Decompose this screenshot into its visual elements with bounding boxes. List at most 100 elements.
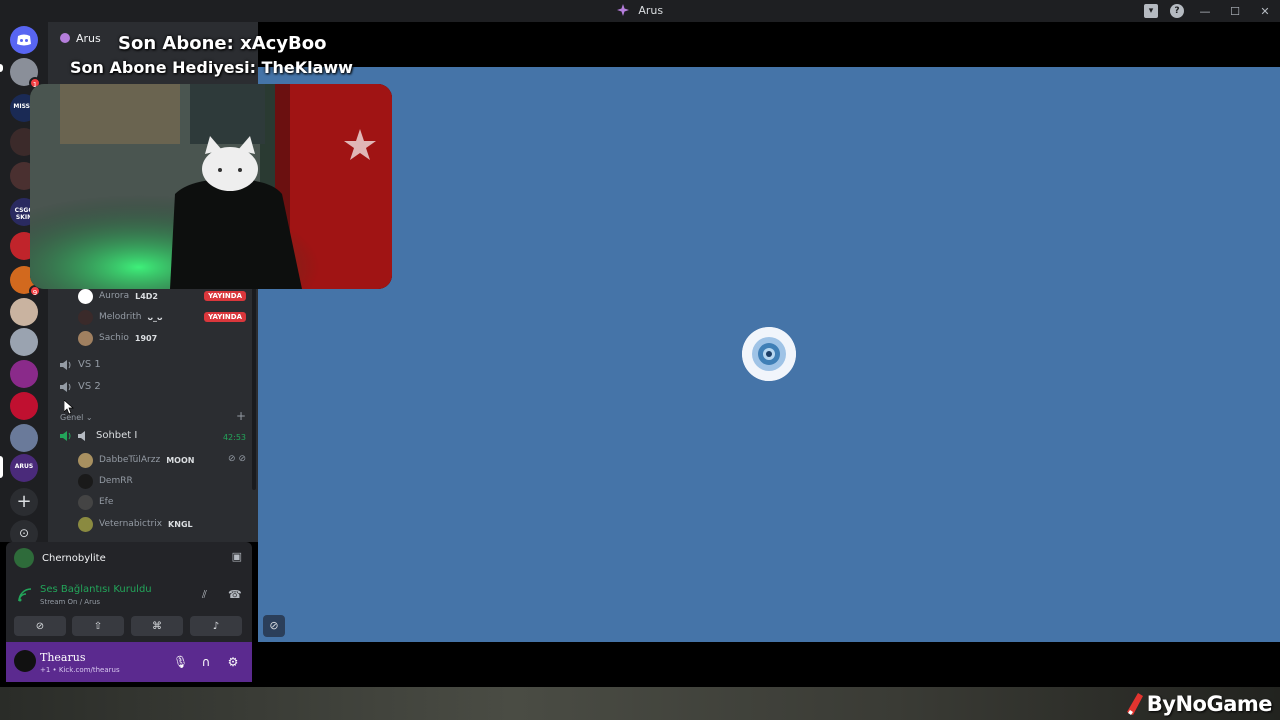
last-subscriber-text: Son Abone: xAcyBoo bbox=[118, 33, 327, 54]
screen-share-icon: ⇧ bbox=[93, 620, 103, 632]
avatar bbox=[78, 516, 93, 532]
connection-status: Ses Bağlantısı Kuruldu bbox=[40, 584, 152, 595]
member-tag: ᴗ_ᴗ bbox=[147, 312, 163, 322]
live-badge: YAYINDA bbox=[204, 312, 246, 322]
category-header[interactable]: Genel ⌄ bbox=[60, 413, 93, 422]
window-title-area: Arus bbox=[0, 4, 1280, 17]
game-avatar bbox=[14, 548, 34, 568]
member-name: Aurora bbox=[99, 291, 130, 301]
loading-spinner-icon bbox=[742, 327, 796, 381]
screen-share-button[interactable]: ⇧ bbox=[72, 616, 124, 636]
headphones-icon[interactable]: ∩ bbox=[199, 655, 213, 669]
disconnect-icon[interactable]: ☎ bbox=[228, 588, 242, 601]
speaker-icon bbox=[78, 430, 85, 441]
member-item[interactable]: DabbeTülArzz MOON bbox=[78, 451, 194, 469]
member-tag: MOON bbox=[166, 455, 195, 465]
server-icon bbox=[616, 4, 629, 16]
member-item[interactable]: Aurora L4D2 bbox=[78, 287, 158, 305]
member-name: Efe bbox=[99, 497, 114, 507]
member-item[interactable]: Melodrith ᴗ_ᴗ bbox=[78, 308, 162, 326]
server-avatar-icon bbox=[60, 33, 70, 43]
avatar bbox=[78, 452, 93, 468]
webcam-overlay bbox=[30, 84, 392, 289]
stage-bottom-bar bbox=[258, 642, 1280, 687]
live-badge: YAYINDA bbox=[204, 291, 246, 301]
user-name: Thearus bbox=[40, 651, 86, 664]
user-status: +1 • Kick.com/thearus bbox=[40, 666, 120, 674]
member-item[interactable]: Sachio 1907 bbox=[78, 329, 157, 347]
webcam-image bbox=[30, 84, 392, 289]
add-server-button[interactable]: + bbox=[10, 488, 38, 516]
avatar bbox=[78, 473, 93, 489]
server-header[interactable]: Arus bbox=[60, 32, 101, 45]
channel-name: Sohbet I bbox=[96, 430, 138, 441]
server-icon-9[interactable] bbox=[10, 392, 38, 420]
member-tag: L4D2 bbox=[135, 291, 158, 301]
member-tag: 1907 bbox=[134, 333, 158, 343]
avatar bbox=[78, 494, 93, 510]
inbox-icon[interactable]: ▾ bbox=[1144, 4, 1158, 18]
game-background-strip bbox=[0, 687, 1280, 720]
avatar bbox=[78, 309, 93, 325]
last-gift-text: Son Abone Hediyesi: TheKlaww bbox=[70, 58, 353, 77]
stage-top-bar bbox=[258, 22, 1280, 67]
member-name: Melodrith bbox=[99, 312, 142, 322]
channel-timer: 42:53 bbox=[222, 433, 246, 442]
gamepad-icon: ⌘ bbox=[152, 620, 162, 632]
channel-name: VS 1 bbox=[78, 359, 101, 370]
close-button[interactable]: ✕ bbox=[1256, 2, 1274, 20]
mic-off-icon: ⊘ bbox=[269, 619, 279, 632]
speaker-icon bbox=[60, 381, 71, 392]
user-panel: Thearus +1 • Kick.com/thearus 🎙 ∩ ⚙ bbox=[6, 642, 252, 682]
discord-home-icon[interactable] bbox=[10, 26, 38, 54]
voice-channel-active[interactable]: Sohbet I bbox=[60, 430, 137, 441]
member-item[interactable]: Efe bbox=[78, 493, 113, 511]
mouse-cursor-icon bbox=[64, 400, 74, 414]
member-name: Veternabictrix bbox=[99, 519, 163, 529]
help-icon[interactable]: ? bbox=[1170, 4, 1184, 18]
member-item[interactable]: Veternabictrix KNGL bbox=[78, 515, 193, 533]
muted-icons: ⊘ ⊘ bbox=[228, 454, 246, 464]
member-name: DemRR bbox=[99, 476, 133, 486]
avatar bbox=[78, 330, 93, 346]
signal-icon bbox=[18, 588, 32, 602]
server-icon-7[interactable] bbox=[10, 328, 38, 356]
title-bar: Arus ▾ ? — ☐ ✕ bbox=[0, 0, 1280, 22]
activity-screen-icon[interactable]: ▣ bbox=[232, 550, 242, 563]
unread-pill bbox=[0, 64, 3, 72]
member-item[interactable]: DemRR bbox=[78, 472, 133, 490]
server-icon-1[interactable]: 1 bbox=[10, 58, 41, 89]
server-icon-arus[interactable]: ARUS bbox=[10, 454, 38, 482]
activity-button[interactable]: ⌘ bbox=[131, 616, 183, 636]
microphone-icon[interactable]: 🎙 bbox=[173, 655, 188, 669]
soundboard-icon: ♪ bbox=[212, 620, 220, 632]
gear-icon[interactable]: ⚙ bbox=[226, 655, 240, 669]
user-avatar[interactable] bbox=[14, 650, 36, 672]
add-channel-icon[interactable]: + bbox=[236, 409, 246, 423]
minimize-button[interactable]: — bbox=[1196, 2, 1214, 20]
server-icon-10[interactable] bbox=[10, 424, 38, 452]
bynogame-logo-icon bbox=[1126, 693, 1143, 715]
window-controls: ▾ ? — ☐ ✕ bbox=[1144, 2, 1274, 20]
channel-name: VS 2 bbox=[78, 381, 101, 392]
window-title: Arus bbox=[638, 4, 664, 17]
activity-name: Chernobylite bbox=[42, 552, 106, 564]
maximize-button[interactable]: ☐ bbox=[1226, 2, 1244, 20]
speaker-icon bbox=[60, 359, 71, 370]
server-icon-6[interactable] bbox=[10, 298, 38, 326]
voice-channel-vs2[interactable]: VS 2 bbox=[60, 381, 101, 392]
member-name: DabbeTülArzz bbox=[99, 455, 161, 465]
member-tag: KNGL bbox=[168, 519, 193, 529]
soundboard-button[interactable]: ♪ bbox=[190, 616, 242, 636]
selected-pill bbox=[0, 456, 3, 478]
member-name: Sachio bbox=[99, 333, 129, 343]
server-name: Arus bbox=[76, 32, 101, 45]
activity-row[interactable]: Chernobylite bbox=[14, 548, 106, 568]
voice-channel-vs1[interactable]: VS 1 bbox=[60, 359, 101, 370]
server-icon-8[interactable] bbox=[10, 360, 38, 388]
stage-mute-button[interactable]: ⊘ bbox=[263, 615, 285, 637]
avatar bbox=[78, 288, 93, 304]
noise-suppression-icon[interactable]: ⫽ bbox=[202, 588, 207, 602]
voice-panel: Chernobylite ▣ Ses Bağlantısı Kuruldu St… bbox=[6, 542, 252, 642]
camera-button[interactable]: ⊘ bbox=[14, 616, 66, 636]
